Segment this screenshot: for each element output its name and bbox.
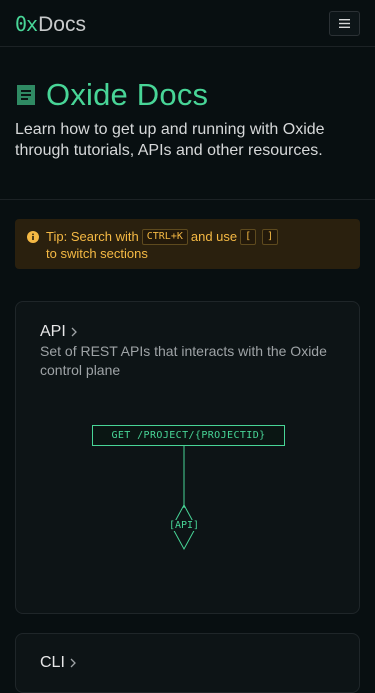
tip-text-middle: and use — [190, 229, 238, 244]
key-left-bracket: [ — [240, 228, 257, 245]
shortcut-key: CTRL+K — [141, 228, 188, 245]
hero-section: Oxide Docs Learn how to get up and runni… — [15, 76, 360, 161]
tip-banner: Tip: Search with CTRL+K and use [ ] to s… — [15, 219, 360, 269]
api-diagram — [171, 446, 197, 551]
api-node-label: [API] — [164, 520, 204, 531]
tip-text-before: Search with — [70, 229, 139, 244]
api-card[interactable]: API Set of REST APIs that interacts with… — [15, 301, 360, 614]
tip-text-after: to switch sections — [46, 246, 148, 261]
menu-button[interactable] — [329, 11, 360, 36]
info-icon — [27, 230, 39, 243]
cli-card-title-row[interactable]: CLI — [40, 654, 76, 672]
document-icon — [17, 85, 35, 105]
logo[interactable]: 0x Docs — [15, 12, 86, 37]
endpoint-label: GET /PROJECT/{PROJECTID} — [92, 425, 285, 446]
cli-card[interactable]: CLI — [15, 633, 360, 693]
tip-label: Tip: — [46, 229, 68, 244]
logo-mark: 0x — [15, 12, 38, 36]
page-title-row: Oxide Docs — [15, 76, 360, 114]
cli-card-title: CLI — [40, 654, 65, 671]
key-right-bracket: ] — [262, 228, 279, 245]
page-title: Oxide Docs — [46, 77, 209, 112]
top-bar: 0x Docs — [0, 0, 375, 47]
page-subtitle: Learn how to get up and running with Oxi… — [15, 121, 325, 159]
section-divider — [0, 199, 375, 200]
logo-word: Docs — [38, 13, 86, 36]
hamburger-menu-icon — [339, 19, 350, 28]
